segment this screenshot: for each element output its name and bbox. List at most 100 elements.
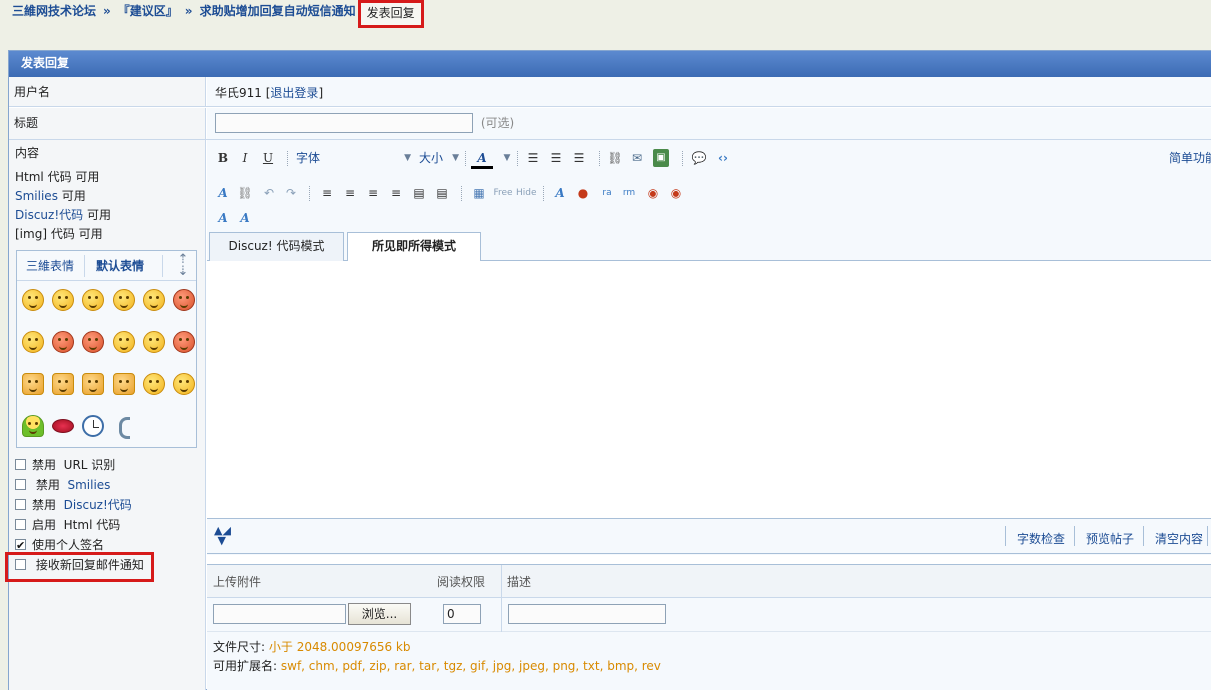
remove-format-icon[interactable]: A [215,184,231,202]
logout-link[interactable]: 退出登录 [270,86,318,100]
font-style-icon[interactable]: A [237,209,253,227]
undo-icon[interactable]: ↶ [261,184,277,202]
tab-wysiwyg-mode[interactable]: 所见即所得模式 [347,232,481,262]
html-code-text: Html 代码 [15,170,72,184]
thumbs-icon[interactable] [22,373,44,395]
option-enable-html[interactable]: 启用 Html 代码 [15,515,144,535]
underline-button[interactable]: U [260,149,276,167]
unlink-icon[interactable]: ⛓ [237,184,253,202]
align-left-icon[interactable]: ☰ [525,149,541,167]
smiley-icon[interactable] [22,289,44,311]
smiley-icon[interactable] [82,289,104,311]
preview-button[interactable]: 预览帖子 [1086,530,1134,547]
lips-icon[interactable] [52,419,74,433]
media-player-icon[interactable]: ◉ [668,184,684,202]
code-icon[interactable]: ‹› [715,149,731,167]
username-value: 华氏911 [215,86,262,100]
highlight-box [5,552,154,582]
link-icon[interactable]: ⛓ [607,149,623,167]
thumbs-icon[interactable] [52,373,74,395]
checkbox-use-signature[interactable] [15,536,26,556]
font-family-select[interactable]: 字体 ▼ [296,149,411,167]
editor-textarea[interactable] [207,261,1211,519]
option-label: 使用个人签名 [32,538,105,552]
title-input[interactable] [215,113,473,133]
italic-button[interactable]: I [237,149,253,167]
toolbar-row-1: B I U 字体 ▼ 大小 ▼ A ▼ ☰ ☰ ☰ ⛓ ✉ ▣ 💬 ‹› 简单功能 [207,146,1211,170]
clear-content-button[interactable]: 清空内容 [1155,530,1203,547]
discuz-code-link[interactable]: Discuz!代码 [15,208,83,222]
option-disable-url[interactable]: 禁用 URL 识别 [15,455,144,475]
victory-hand-icon[interactable] [82,373,104,395]
smiley-icon[interactable] [22,331,44,353]
font-color-button[interactable]: A [471,149,493,169]
free-tag-icon[interactable]: Free [493,184,513,202]
smiley-icon[interactable] [52,331,74,353]
checkbox-disable-smilies[interactable] [15,479,26,490]
align-center-icon[interactable]: ☰ [548,149,564,167]
attachment-path-input[interactable] [213,604,346,624]
float-right-icon[interactable]: ▤ [434,184,450,202]
file-size-label: 文件尺寸: [213,640,266,654]
font-style-icon[interactable]: A [552,184,568,202]
person-icon[interactable] [22,415,44,437]
outdent-icon[interactable]: ≡ [365,184,381,202]
checkbox-disable-url[interactable] [15,459,26,470]
real-media-icon[interactable]: rm [621,184,637,202]
smiley-icon[interactable] [82,331,104,353]
smiley-icon[interactable] [143,373,165,395]
image-icon[interactable]: ▣ [653,149,669,167]
breadcrumb-section-link[interactable]: 『建议区』 [118,4,178,18]
smiley-icon[interactable] [52,289,74,311]
smilies-scroll-icon[interactable]: ⇡ ⇣ [172,253,194,278]
smilies-box: 三維表情 默认表情 ⇡ ⇣ [16,250,197,448]
email-icon[interactable]: ✉ [629,149,645,167]
checkbox-enable-html[interactable] [15,519,26,530]
editor-mode-tabs: Discuz! 代码模式 所见即所得模式 [207,232,1211,262]
read-permission-input[interactable]: 0 [443,604,481,624]
option-disable-discuz[interactable]: 禁用 Discuz!代码 [15,495,144,515]
unordered-list-icon[interactable]: ≡ [342,184,358,202]
smiley-icon[interactable] [143,331,165,353]
smiley-icon[interactable] [173,331,195,353]
option-disable-smilies[interactable]: 禁用 Smilies [15,475,144,495]
smilies-tab-3d[interactable]: 三維表情 [26,257,74,274]
smilies-tab-default[interactable]: 默认表情 [96,257,144,274]
smiley-icon[interactable] [113,289,135,311]
quote-icon[interactable]: 💬 [691,149,707,167]
flash-icon[interactable]: ◉ [645,184,661,202]
table-icon[interactable]: ▦ [471,184,487,202]
phone-icon[interactable] [113,415,135,439]
real-audio-icon[interactable]: ra [599,184,615,202]
browse-button[interactable]: 浏览... [348,603,411,625]
clock-icon[interactable] [82,415,104,437]
font-size-select[interactable]: 大小 ▼ [419,149,459,167]
simple-mode-link[interactable]: 简单功能 [1169,149,1211,166]
smiley-icon[interactable] [173,289,195,311]
hide-tag-icon[interactable]: Hide [516,184,537,202]
attachment-description-input[interactable] [508,604,666,624]
resize-handle-icon[interactable]: ▲◢ ▼ [214,525,231,546]
word-count-button[interactable]: 字数检查 [1017,530,1065,547]
bold-button[interactable]: B [215,149,231,167]
redo-icon[interactable]: ↷ [283,184,299,202]
username-label: 用户名 [9,77,206,106]
reply-panel: 发表回复 用户名 华氏911 [退出登录] 标题 (可选) 内容 Html 代码… [8,50,1211,690]
align-right-icon[interactable]: ☰ [571,149,587,167]
smiley-icon[interactable] [143,289,165,311]
checkbox-disable-discuz[interactable] [15,499,26,510]
breadcrumb-thread-link[interactable]: 求助贴增加回复自动短信通知 [200,4,356,18]
breadcrumb-forum-link[interactable]: 三維网技术论坛 [12,4,96,18]
indent-icon[interactable]: ≡ [388,184,404,202]
handshake-icon[interactable] [113,373,135,395]
tab-code-mode[interactable]: Discuz! 代码模式 [209,232,344,261]
chevron-down-icon[interactable]: ▼ [499,149,515,167]
ordered-list-icon[interactable]: ≡ [319,184,335,202]
smiley-icon[interactable] [173,373,195,395]
font-style-icon[interactable]: A [215,209,231,227]
chevron-down-icon: ▼ [404,153,411,163]
float-left-icon[interactable]: ▤ [411,184,427,202]
qq-icon[interactable]: ● [575,184,591,202]
smiley-icon[interactable] [113,331,135,353]
smilies-link[interactable]: Smilies [15,189,58,203]
